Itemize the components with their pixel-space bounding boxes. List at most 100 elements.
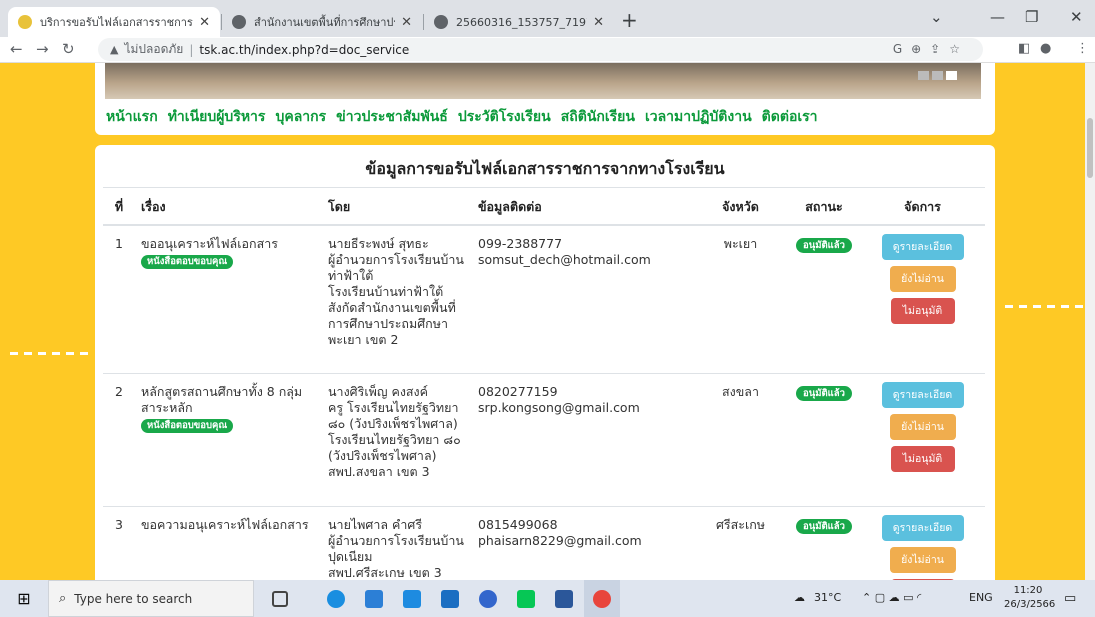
start-button[interactable]: ⊞ — [6, 580, 42, 617]
nav-student-stats[interactable]: สถิตินักเรียน — [561, 106, 635, 128]
mail-icon[interactable] — [432, 580, 468, 617]
status-cell: อนุมัติแล้ว — [783, 236, 865, 253]
word-icon[interactable] — [546, 580, 582, 617]
url-text[interactable]: tsk.ac.th/index.php?d=doc_service — [199, 43, 409, 57]
subject-cell: ขอความอนุเคราะห์ไฟล์เอกสาร — [141, 517, 321, 533]
browser-tab-active[interactable]: บริการขอรับไฟล์เอกสารราชการจากกา ✕ — [8, 7, 220, 37]
menu-kebab-icon[interactable]: ⋮ — [1076, 41, 1089, 56]
taskbar-clock[interactable]: 11:20 26/3/2566 — [1004, 584, 1056, 612]
contact-cell: 099-2388777 somsut_dech@hotmail.com — [478, 236, 698, 268]
phone-text: 0815499068 — [478, 517, 558, 532]
close-window-icon[interactable]: ✕ — [1070, 8, 1083, 26]
province-text: พะเยา — [723, 236, 758, 251]
reload-icon[interactable]: ↻ — [62, 40, 75, 58]
profile-avatar[interactable]: ● — [1040, 41, 1051, 56]
unread-button[interactable]: ยังไม่อ่าน — [889, 547, 956, 573]
email-text: phaisarn8229@gmail.com — [478, 533, 642, 548]
subject-text: หลักสูตรสถานศึกษาทั้ง 8 กลุ่มสาระหลัก — [141, 384, 303, 415]
globe-favicon-icon — [434, 15, 448, 29]
tray-icons[interactable]: ⌃ ▢ ☁ ▭ ◜ — [862, 591, 921, 604]
slider-dot-active[interactable] — [946, 71, 957, 80]
decor-dashes — [10, 352, 90, 355]
view-details-button[interactable]: ดูรายละเอียด — [881, 515, 964, 541]
weather-icon[interactable]: ☁ — [794, 591, 805, 604]
thank-you-letter-badge[interactable]: หนังสือตอบขอบคุณ — [141, 255, 234, 269]
actions-cell: ดูรายละเอียด ยังไม่อ่าน ไม่อนุมัติ — [865, 515, 980, 580]
requester-cell: นายธีระพงษ์ สุทธะ ผู้อำนวยการโรงเรียนบ้า… — [328, 236, 464, 347]
chrome-icon[interactable] — [584, 580, 620, 617]
nav-executives[interactable]: ทำเนียบผู้บริหาร — [168, 106, 266, 128]
content-card: ข้อมูลการขอรับไฟล์เอกสารราชการจากทางโรงเ… — [95, 145, 995, 580]
status-cell: อนุมัติแล้ว — [783, 517, 865, 534]
col-header-subject: เรื่อง — [141, 199, 166, 214]
phone-text: 099-2388777 — [478, 236, 563, 251]
unread-button[interactable]: ยังไม่อ่าน — [889, 266, 956, 292]
browser-tab[interactable]: สำนักงานเขตพื้นที่การศึกษาประถมศึก ✕ — [222, 7, 422, 37]
clock-time: 11:20 — [1013, 585, 1043, 596]
tab-title: บริการขอรับไฟล์เอกสารราชการจากกา — [40, 16, 193, 29]
nav-history[interactable]: ประวัติโรงเรียน — [458, 106, 551, 128]
table-row: 1 ขออนุเคราะห์ไฟล์เอกสาร หนังสือตอบขอบคุ… — [103, 226, 985, 374]
thank-you-letter-badge[interactable]: หนังสือตอบขอบคุณ — [141, 419, 234, 433]
slider-dot[interactable] — [932, 71, 943, 80]
slider-dot[interactable] — [918, 71, 929, 80]
table-row: 2 หลักสูตรสถานศึกษาทั้ง 8 กลุ่มสาระหลัก … — [103, 374, 985, 507]
contact-cell: 0820277159 srp.kongsong@gmail.com — [478, 384, 698, 416]
province-text: สงขลา — [722, 384, 759, 399]
reject-button[interactable]: ไม่อนุมัติ — [890, 446, 955, 472]
school-favicon-icon — [18, 15, 32, 29]
app-icon[interactable] — [470, 580, 506, 617]
nav-personnel[interactable]: บุคลากร — [275, 106, 326, 128]
side-panel-icon[interactable]: ◧ — [1018, 41, 1030, 56]
nav-news[interactable]: ข่าวประชาสัมพันธ์ — [336, 106, 448, 128]
taskbar-search-box[interactable]: ⌕ Type here to search — [48, 580, 254, 617]
windows-taskbar: ⊞ ⌕ Type here to search ☁ 31°C ⌃ ▢ ☁ ▭ ◜… — [0, 580, 1095, 617]
task-view-icon[interactable] — [262, 580, 298, 617]
globe-favicon-icon — [232, 15, 246, 29]
minimize-icon[interactable]: — — [990, 8, 1005, 26]
view-details-button[interactable]: ดูรายละเอียด — [881, 234, 964, 260]
email-text: srp.kongsong@gmail.com — [478, 400, 640, 415]
restore-icon[interactable]: ❐ — [1025, 8, 1038, 26]
subject-text: ขอความอนุเคราะห์ไฟล์เอกสาร — [141, 517, 309, 532]
view-details-button[interactable]: ดูรายละเอียด — [881, 382, 964, 408]
nav-home[interactable]: หน้าแรก — [106, 106, 158, 128]
file-explorer-icon[interactable] — [394, 580, 430, 617]
unread-button[interactable]: ยังไม่อ่าน — [889, 414, 956, 440]
contact-cell: 0815499068 phaisarn8229@gmail.com — [478, 517, 698, 549]
weather-temp[interactable]: 31°C — [814, 591, 841, 604]
notification-icon[interactable]: ▭ — [1064, 591, 1076, 606]
clock-date: 26/3/2566 — [1004, 599, 1056, 610]
status-badge: อนุมัติแล้ว — [796, 386, 852, 401]
back-icon[interactable]: ← — [10, 40, 23, 58]
address-bar[interactable]: ▲ ไม่ปลอดภัย | tsk.ac.th/index.php?d=doc… — [98, 38, 983, 61]
line-icon[interactable] — [508, 580, 544, 617]
status-badge: อนุมัติแล้ว — [796, 238, 852, 253]
forward-icon[interactable]: → — [36, 40, 49, 58]
tab-close-icon[interactable]: ✕ — [401, 15, 412, 30]
tab-close-icon[interactable]: ✕ — [593, 15, 604, 30]
requester-cell: นายไพศาล คำศรี ผู้อำนวยการโรงเรียนบ้านปุ… — [328, 517, 464, 580]
status-badge: อนุมัติแล้ว — [796, 519, 852, 534]
omnibox-action-icons[interactable]: G⊕⇪☆ — [893, 42, 969, 56]
edge-icon[interactable] — [318, 580, 354, 617]
page-viewport: หน้าแรก ทำเนียบผู้บริหาร บุคลากร ข่าวประ… — [0, 63, 1085, 580]
email-text: somsut_dech@hotmail.com — [478, 252, 651, 267]
reject-button[interactable]: ไม่อนุมัติ — [890, 298, 955, 324]
tab-search-chevron-icon[interactable]: ⌄ — [930, 8, 943, 26]
browser-tab[interactable]: 25660316_153757_7197.pdf ✕ — [424, 7, 614, 37]
slider-indicators[interactable] — [918, 71, 957, 80]
subject-text: ขออนุเคราะห์ไฟล์เอกสาร — [141, 236, 278, 251]
page-title: ข้อมูลการขอรับไฟล์เอกสารราชการจากทางโรงเ… — [365, 159, 725, 178]
subject-cell: หลักสูตรสถานศึกษาทั้ง 8 กลุ่มสาระหลัก หน… — [141, 384, 321, 433]
nav-attendance[interactable]: เวลามาปฏิบัติงาน — [645, 106, 752, 128]
warning-icon[interactable]: ▲ — [110, 43, 118, 56]
store-icon[interactable] — [356, 580, 392, 617]
windows-logo-icon: ⊞ — [17, 589, 31, 608]
nav-contact[interactable]: ติดต่อเรา — [762, 106, 818, 128]
new-tab-icon[interactable]: + — [621, 8, 638, 32]
language-indicator[interactable]: ENG — [969, 591, 993, 604]
actions-cell: ดูรายละเอียด ยังไม่อ่าน ไม่อนุมัติ — [865, 382, 980, 478]
tab-close-icon[interactable]: ✕ — [199, 15, 210, 30]
scrollbar-thumb[interactable] — [1087, 118, 1093, 178]
